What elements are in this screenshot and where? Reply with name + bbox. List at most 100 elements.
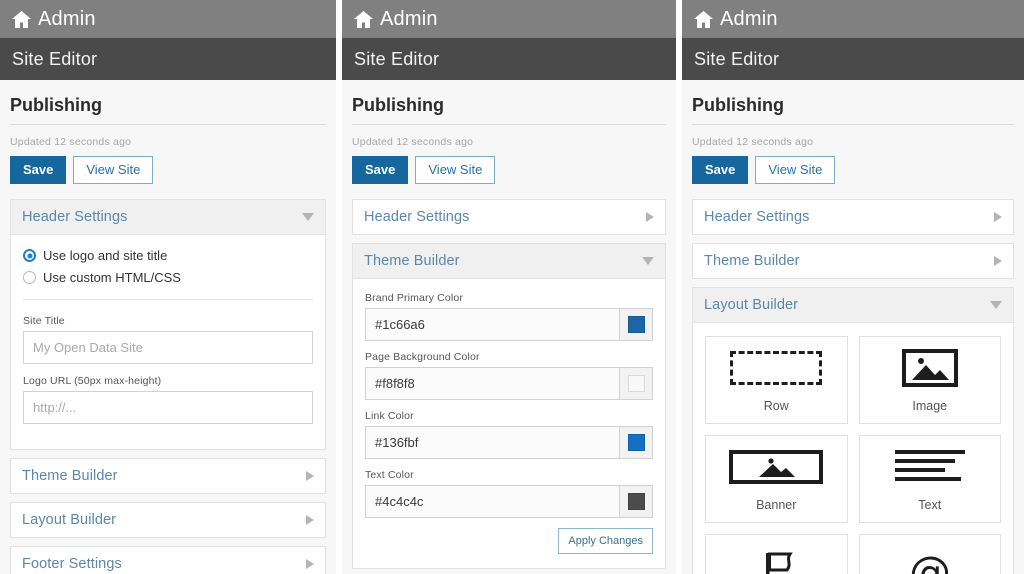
site-editor-label: Site Editor [354, 49, 439, 70]
tile-label: Banner [756, 498, 796, 512]
chevron-right-icon [994, 212, 1002, 222]
home-icon [694, 11, 713, 28]
page-title: Publishing [352, 90, 666, 124]
brand-primary-color-label: Brand Primary Color [365, 292, 653, 304]
accordion-label: Theme Builder [22, 468, 118, 484]
text-color-input[interactable] [365, 485, 619, 518]
radio-label: Use custom HTML/CSS [43, 270, 181, 285]
accordion-header-settings-toggle[interactable]: Header Settings [693, 200, 1013, 234]
tile-label: Row [764, 399, 789, 413]
accordion-theme-builder-toggle[interactable]: Theme Builder [693, 244, 1013, 278]
layout-tile-flag[interactable] [705, 534, 848, 574]
view-site-button[interactable]: View Site [755, 156, 835, 184]
save-button[interactable]: Save [692, 156, 748, 184]
banner-icon [729, 447, 823, 487]
view-site-button[interactable]: View Site [415, 156, 495, 184]
accordion-label: Layout Builder [704, 297, 798, 313]
logo-url-input[interactable] [23, 391, 313, 424]
at-sign-icon: @ [907, 553, 953, 574]
radio-button[interactable] [23, 271, 36, 284]
save-button[interactable]: Save [10, 156, 66, 184]
accordion-layout-builder: Layout Builder Row [692, 287, 1014, 574]
accordion-header-settings: Header Settings [692, 199, 1014, 235]
header-settings-body: Use logo and site title Use custom HTML/… [11, 235, 325, 449]
link-color-label: Link Color [365, 410, 653, 422]
image-icon [902, 348, 958, 388]
text-color-row [365, 485, 653, 518]
updated-status: Updated 12 seconds ago [352, 136, 666, 148]
admin-label: Admin [720, 8, 778, 31]
page-title: Publishing [692, 90, 1014, 124]
accordion-theme-builder-toggle[interactable]: Theme Builder [11, 459, 325, 493]
site-editor-label: Site Editor [12, 49, 97, 70]
accordion-header-settings-toggle[interactable]: Header Settings [11, 200, 325, 235]
save-button[interactable]: Save [352, 156, 408, 184]
flag-icon [754, 553, 798, 574]
accordion-header-settings: Header Settings Use logo and site title … [10, 199, 326, 450]
accordion-label: Theme Builder [364, 253, 460, 269]
link-color-row [365, 426, 653, 459]
panel-header-settings-expanded: Admin Site Editor Publishing Updated 12 … [0, 0, 336, 574]
link-color-swatch-button[interactable] [619, 426, 653, 459]
home-icon [12, 11, 31, 28]
apply-changes-row: Apply Changes [365, 528, 653, 554]
layout-tile-text[interactable]: Text [859, 435, 1002, 523]
site-title-input[interactable] [23, 331, 313, 364]
chevron-right-icon [646, 212, 654, 222]
accordion-layout-builder-toggle[interactable]: Layout Builder [11, 503, 325, 537]
action-button-row: Save View Site [692, 156, 1014, 184]
apply-changes-button[interactable]: Apply Changes [558, 528, 653, 554]
layout-tile-row[interactable]: Row [705, 336, 848, 424]
three-panel-comparison: Admin Site Editor Publishing Updated 12 … [0, 0, 1024, 574]
layout-builder-body: Row Image [693, 323, 1013, 574]
panel-theme-builder-expanded: Admin Site Editor Publishing Updated 12 … [342, 0, 676, 574]
page-title: Publishing [10, 90, 326, 124]
action-button-row: Save View Site [10, 156, 326, 184]
layout-tile-grid: Row Image [705, 336, 1001, 574]
panel-body: Publishing Updated 12 seconds ago Save V… [682, 80, 1024, 574]
brand-primary-color-input[interactable] [365, 308, 619, 341]
color-swatch [628, 316, 645, 333]
layout-tile-image[interactable]: Image [859, 336, 1002, 424]
link-color-input[interactable] [365, 426, 619, 459]
chevron-down-icon [990, 301, 1002, 309]
svg-text:@: @ [909, 550, 951, 574]
text-color-swatch-button[interactable] [619, 485, 653, 518]
accordion-footer-settings-toggle[interactable]: Footer Settings [11, 547, 325, 574]
site-editor-bar: Site Editor [342, 38, 676, 80]
accordion-layout-builder-toggle[interactable]: Layout Builder [693, 288, 1013, 323]
accordion-label: Theme Builder [704, 253, 800, 269]
action-button-row: Save View Site [352, 156, 666, 184]
accordion-header-settings: Header Settings [352, 199, 666, 235]
chevron-down-icon [302, 213, 314, 221]
accordion-label: Layout Builder [22, 512, 116, 528]
accordion-theme-builder: Theme Builder Brand Primary Color Page B… [352, 243, 666, 569]
brand-primary-color-swatch-button[interactable] [619, 308, 653, 341]
chevron-right-icon [306, 559, 314, 569]
view-site-button[interactable]: View Site [73, 156, 153, 184]
layout-tile-at-sign[interactable]: @ [859, 534, 1002, 574]
dashed-rectangle-icon [730, 348, 822, 388]
accordion-theme-builder: Theme Builder [692, 243, 1014, 279]
chevron-right-icon [306, 515, 314, 525]
page-background-color-label: Page Background Color [365, 351, 653, 363]
accordion-header-settings-toggle[interactable]: Header Settings [353, 200, 665, 234]
text-color-label: Text Color [365, 469, 653, 481]
text-lines-icon [893, 447, 967, 487]
page-background-color-swatch-button[interactable] [619, 367, 653, 400]
accordion-label: Footer Settings [22, 556, 122, 572]
accordion-theme-builder-toggle[interactable]: Theme Builder [353, 244, 665, 279]
layout-tile-banner[interactable]: Banner [705, 435, 848, 523]
accordion-label: Header Settings [704, 209, 809, 225]
updated-status: Updated 12 seconds ago [10, 136, 326, 148]
title-divider [10, 124, 326, 125]
color-swatch [628, 434, 645, 451]
site-editor-label: Site Editor [694, 49, 779, 70]
site-editor-bar: Site Editor [682, 38, 1024, 80]
page-background-color-input[interactable] [365, 367, 619, 400]
radio-option-logo-title[interactable]: Use logo and site title [23, 248, 313, 263]
home-icon [354, 11, 373, 28]
radio-button[interactable] [23, 249, 36, 262]
color-swatch [628, 375, 645, 392]
radio-option-custom-html[interactable]: Use custom HTML/CSS [23, 270, 313, 285]
